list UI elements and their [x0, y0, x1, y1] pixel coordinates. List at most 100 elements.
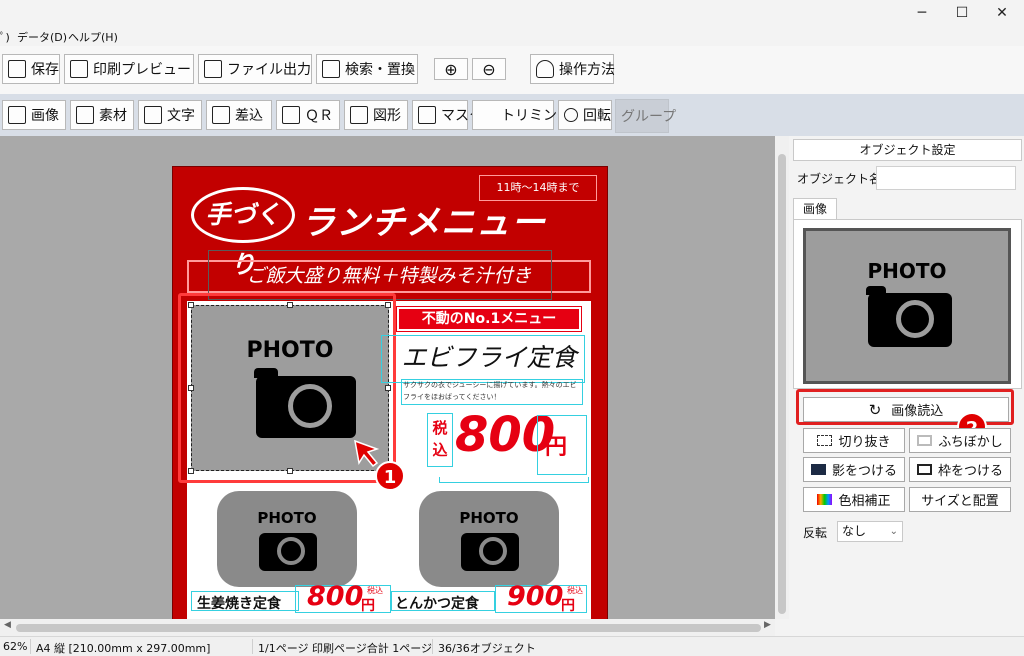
menu-item-help[interactable]: ヘルプ(H) — [68, 29, 118, 45]
menu-item-tax[interactable]: 税込 — [367, 585, 383, 596]
resize-handle[interactable] — [287, 468, 293, 474]
cutout-button[interactable]: 切り抜き — [803, 428, 905, 453]
photo-label: PHOTO — [867, 259, 947, 283]
camera-icon — [866, 286, 952, 347]
zoom-in-icon: ⊕ — [444, 59, 458, 79]
resize-handle[interactable] — [188, 302, 194, 308]
menu-item-name[interactable]: 生姜焼き定食 — [197, 593, 281, 613]
scroll-right-icon[interactable]: ▶ — [764, 620, 771, 630]
resize-handle[interactable] — [188, 385, 194, 391]
photo-placeholder-ginger[interactable]: PHOTO — [217, 491, 357, 587]
print-preview-button[interactable]: 印刷プレビュー — [64, 54, 194, 84]
minimize-button[interactable]: ─ — [902, 2, 942, 24]
color-spectrum-icon — [817, 494, 833, 505]
camera-icon — [259, 533, 317, 571]
color-correction-button[interactable]: 色相補正 — [803, 487, 905, 512]
frame-icon — [916, 464, 932, 475]
resize-handle[interactable] — [287, 302, 293, 308]
menu-item-name[interactable]: とんかつ定食 — [395, 593, 479, 613]
flip-select[interactable]: なし ⌄ — [837, 521, 903, 542]
object-settings-panel: オブジェクト設定 オブジェクト名 画像 PHOTO ↻画像読込 2 切り抜き ふ… — [789, 136, 1024, 636]
camera-icon — [461, 533, 519, 571]
insert-tool-button[interactable]: 差込 — [206, 100, 272, 130]
blur-label: ふちぼかし — [938, 435, 1003, 450]
vertical-scroll-thumb[interactable] — [778, 154, 786, 614]
object-count: 36/36オブジェクト — [438, 642, 536, 655]
main-item-description[interactable]: サクサクの衣でジューシーに揚げています。熱々のエビフライをほおばってください！ — [403, 379, 583, 405]
text-tool-button[interactable]: 文字 — [138, 100, 202, 130]
rotate-icon — [564, 108, 578, 122]
how-to-button[interactable]: 操作方法 — [530, 54, 615, 84]
qr-tool-button[interactable]: ＱＲ — [276, 100, 340, 130]
size-position-button[interactable]: サイズと配置 — [909, 487, 1011, 512]
search-replace-button[interactable]: 検索・置換 — [316, 54, 418, 84]
color-correction-label: 色相補正 — [838, 494, 891, 509]
photo-label: PHOTO — [459, 509, 519, 527]
lunch-menu-title[interactable]: ランチメニュー — [301, 195, 546, 244]
title-bar: ─ ☐ ✕ — [0, 0, 1024, 28]
image-tool-button[interactable]: 画像 — [2, 100, 66, 130]
blur-icon — [917, 435, 933, 446]
scroll-left-icon[interactable]: ◀ — [4, 620, 11, 630]
no1-label[interactable]: 不動のNo.1メニュー — [396, 306, 582, 332]
shape-tool-button[interactable]: 図形 — [344, 100, 408, 130]
main-yen[interactable]: 円 — [545, 429, 567, 461]
image-tool-label: 画像 — [31, 108, 59, 124]
material-icon — [76, 106, 94, 124]
menu-item-yen[interactable]: 円 — [561, 595, 575, 615]
file-output-label: ファイル出力 — [227, 62, 311, 78]
shape-icon — [350, 106, 368, 124]
main-item-name[interactable]: エビフライ定食 — [395, 339, 583, 377]
menu-item-tax[interactable]: 税込 — [567, 585, 583, 596]
menu-item-price[interactable]: 800 — [307, 581, 363, 612]
zoom-out-button[interactable]: ⊖ — [472, 58, 506, 80]
document-icon — [212, 106, 230, 124]
vertical-scrollbar[interactable] — [775, 136, 789, 619]
menu-item-data[interactable]: データ(D) — [17, 29, 67, 45]
editing-canvas[interactable]: 11時～14時まで 手づくり ランチメニュー ご飯大盛り無料＋特製みそ汁付き P… — [0, 136, 775, 619]
handmade-logo[interactable]: 手づくり — [191, 187, 295, 279]
horizontal-scroll-thumb[interactable] — [16, 624, 761, 632]
menu-item-partial[interactable]: ﾟ) — [0, 29, 10, 45]
mask-tool-button[interactable]: マスク — [412, 100, 483, 130]
frame-button[interactable]: 枠をつける — [909, 457, 1011, 482]
zoom-in-button[interactable]: ⊕ — [434, 58, 468, 80]
trimming-tool-button[interactable]: トリミング — [472, 100, 571, 130]
material-tool-button[interactable]: 素材 — [70, 100, 134, 130]
tax-label[interactable]: 税込 — [429, 417, 451, 467]
object-toolbar: 画像 素材 文字 差込 ＱＲ 図形 マスク トリミング 回転 グループ — [0, 94, 1024, 136]
menu-item-yen[interactable]: 円 — [361, 595, 375, 615]
rotate-tool-button[interactable]: 回転 — [558, 100, 612, 130]
image-icon — [8, 106, 26, 124]
resize-handle[interactable] — [385, 385, 391, 391]
menu-item-price[interactable]: 900 — [507, 581, 563, 612]
group-tool-button[interactable]: グループ — [615, 99, 676, 133]
close-button[interactable]: ✕ — [982, 2, 1022, 24]
shadow-icon — [810, 464, 826, 475]
save-icon — [8, 60, 26, 78]
resize-handle[interactable] — [188, 468, 194, 474]
shadow-label: 影をつける — [831, 464, 897, 479]
main-toolbar: 保存 印刷プレビュー ファイル出力 検索・置換 ⊕ ⊖ 操作方法 — [0, 46, 1024, 94]
file-output-button[interactable]: ファイル出力 — [198, 54, 312, 84]
material-tool-label: 素材 — [99, 108, 127, 124]
shadow-button[interactable]: 影をつける — [803, 457, 905, 482]
save-button[interactable]: 保存 — [2, 54, 60, 84]
flyer-document[interactable]: 11時～14時まで 手づくり ランチメニュー ご飯大盛り無料＋特製みそ汁付き P… — [172, 166, 608, 619]
how-to-label: 操作方法 — [559, 62, 615, 78]
maximize-button[interactable]: ☐ — [942, 2, 982, 24]
step-badge-1: 1 — [375, 461, 405, 491]
edge-blur-button[interactable]: ふちぼかし — [909, 428, 1011, 453]
chevron-down-icon: ⌄ — [889, 526, 898, 537]
frame-label: 枠をつける — [937, 464, 1003, 479]
object-name-input[interactable] — [876, 166, 1016, 190]
size-position-label: サイズと配置 — [921, 494, 999, 509]
printer-icon — [70, 60, 88, 78]
tab-image[interactable]: 画像 — [793, 198, 837, 219]
horizontal-scrollbar[interactable]: ◀ ▶ — [0, 619, 775, 636]
resize-handle[interactable] — [385, 302, 391, 308]
search-icon — [322, 60, 340, 78]
photo-placeholder-tonkatsu[interactable]: PHOTO — [419, 491, 559, 587]
zoom-out-icon: ⊖ — [482, 59, 496, 79]
crop-icon — [478, 106, 496, 124]
